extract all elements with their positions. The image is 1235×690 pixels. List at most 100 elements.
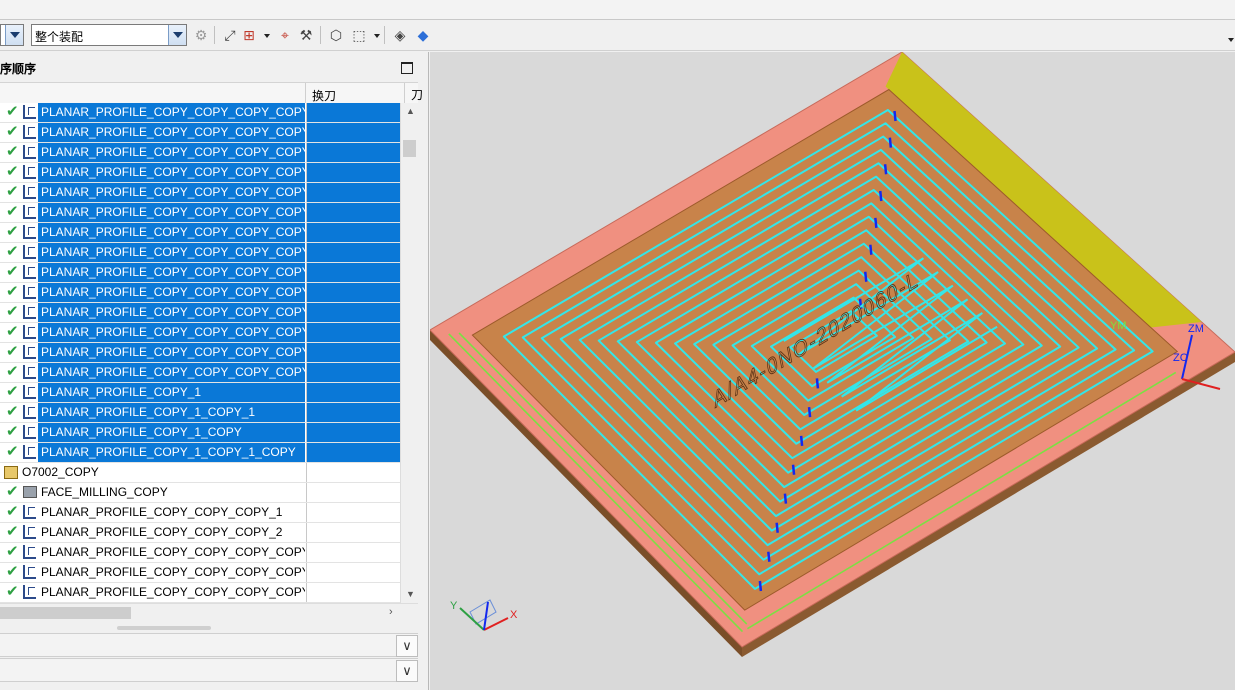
hexagon-select-icon[interactable]: ⬡ (327, 26, 345, 44)
dropdown-arrow[interactable] (5, 25, 23, 45)
select-tools-icon[interactable]: ⚒ (297, 26, 315, 44)
view-cube-icon[interactable]: ◆ (414, 26, 432, 44)
operation-name-cell[interactable]: PLANAR_PROFILE_COPY_COPY_COPY_COPY... (38, 203, 305, 222)
operation-row[interactable]: ✔ PLANAR_PROFILE_COPY_COPY_COPY_COPY... (0, 363, 400, 383)
operation-row[interactable]: ✔ PLANAR_PROFILE_COPY_COPY_COPY_1 (0, 503, 400, 523)
horizontal-scrollbar[interactable]: › (0, 603, 418, 622)
operation-row[interactable]: ✔ PLANAR_PROFILE_COPY_COPY_COPY_COPY... (0, 123, 400, 143)
tool-change-cell[interactable] (306, 223, 400, 242)
part-view[interactable]: A/A4-0NO-2020060-L ZM ZC YM X Y (430, 52, 1235, 690)
column-divider[interactable] (404, 83, 405, 103)
operation-row[interactable]: ✔ PLANAR_PROFILE_COPY_COPY_COPY_2 (0, 523, 400, 543)
operation-name-cell[interactable]: PLANAR_PROFILE_COPY_COPY_COPY_COPY... (38, 183, 305, 202)
assembly-scope-select[interactable]: 整个装配 (31, 24, 187, 46)
tool-change-cell[interactable] (306, 263, 400, 282)
operation-name-cell[interactable]: PLANAR_PROFILE_COPY_COPY_COPY_COPY... (38, 583, 305, 602)
scroll-thumb[interactable] (403, 140, 416, 157)
tool-change-cell[interactable] (306, 543, 400, 562)
view-shaded-icon[interactable]: ◈ (391, 26, 409, 44)
panel-splitter[interactable] (117, 626, 211, 630)
operation-name-cell[interactable]: O7002_COPY (22, 463, 305, 482)
operation-name-cell[interactable]: PLANAR_PROFILE_COPY_COPY_COPY_COPY... (38, 243, 305, 262)
operation-row[interactable]: ✔ PLANAR_PROFILE_COPY_1 (0, 383, 400, 403)
tool-change-cell[interactable] (306, 423, 400, 442)
vertical-scrollbar[interactable]: ▲ ▼ (400, 103, 419, 603)
scroll-thumb[interactable] (0, 607, 131, 619)
tool-change-cell[interactable] (306, 463, 400, 482)
operation-row[interactable]: O7002_COPY (0, 463, 400, 483)
chevron-down-icon[interactable]: ∨ (396, 635, 418, 657)
operation-name-cell[interactable]: PLANAR_PROFILE_COPY_COPY_COPY_COPY... (38, 563, 305, 582)
operation-row[interactable]: ✔ PLANAR_PROFILE_COPY_1_COPY_1 (0, 403, 400, 423)
scroll-up-icon[interactable]: ▲ (406, 106, 415, 116)
operation-row[interactable]: ✔ PLANAR_PROFILE_COPY_COPY_COPY_COPY... (0, 203, 400, 223)
operation-row[interactable]: ✔ PLANAR_PROFILE_COPY_COPY_COPY_COPY... (0, 263, 400, 283)
operation-row[interactable]: ✔ PLANAR_PROFILE_COPY_COPY_COPY_COPY... (0, 583, 400, 603)
tool-change-cell[interactable] (306, 203, 400, 222)
operation-name-cell[interactable]: PLANAR_PROFILE_COPY_COPY_COPY_1 (38, 503, 305, 522)
operation-name-cell[interactable]: PLANAR_PROFILE_COPY_COPY_COPY_COPY... (38, 223, 305, 242)
operation-name-cell[interactable]: PLANAR_PROFILE_COPY_COPY_COPY_COPY... (38, 163, 305, 182)
filter-dropdown[interactable] (0, 24, 24, 46)
tool-change-cell[interactable] (306, 323, 400, 342)
tool-change-cell[interactable] (306, 283, 400, 302)
operation-row[interactable]: ✔ PLANAR_PROFILE_COPY_COPY_COPY_COPY... (0, 323, 400, 343)
operation-name-cell[interactable]: PLANAR_PROFILE_COPY_COPY_COPY_COPY... (38, 263, 305, 282)
operation-row[interactable]: ✔ FACE_MILLING_COPY (0, 483, 400, 503)
point-dialog-icon[interactable]: ⊞ (240, 26, 258, 44)
tool-change-cell[interactable] (306, 343, 400, 362)
tool-change-cell[interactable] (306, 143, 400, 162)
operation-name-cell[interactable]: PLANAR_PROFILE_COPY_1 (38, 383, 305, 402)
operation-row[interactable]: ✔ PLANAR_PROFILE_COPY_COPY_COPY_COPY... (0, 183, 400, 203)
operation-name-cell[interactable]: PLANAR_PROFILE_COPY_COPY_COPY_COPY... (38, 363, 305, 382)
tool-change-cell[interactable] (306, 303, 400, 322)
operation-name-cell[interactable]: PLANAR_PROFILE_COPY_1_COPY_1_COPY (38, 443, 305, 462)
operation-name-cell[interactable]: PLANAR_PROFILE_COPY_COPY_COPY_2 (38, 523, 305, 542)
tool-change-cell[interactable] (306, 103, 400, 122)
operation-row[interactable]: ✔ PLANAR_PROFILE_COPY_1_COPY (0, 423, 400, 443)
tool-change-cell[interactable] (306, 563, 400, 582)
maximize-icon[interactable] (401, 62, 413, 74)
tool-change-cell[interactable] (306, 383, 400, 402)
snap-point-icon[interactable]: ⤢ (221, 26, 239, 44)
operation-name-cell[interactable]: PLANAR_PROFILE_COPY_COPY_COPY_COPY... (38, 143, 305, 162)
dependencies-section[interactable]: ∨ (0, 658, 418, 682)
tool-change-cell[interactable] (306, 523, 400, 542)
tool-change-cell[interactable] (306, 163, 400, 182)
operation-row[interactable]: ✔ PLANAR_PROFILE_COPY_COPY_COPY_COPY... (0, 143, 400, 163)
operation-name-cell[interactable]: PLANAR_PROFILE_COPY_COPY_COPY_COPY... (38, 123, 305, 142)
operation-name-cell[interactable]: FACE_MILLING_COPY (38, 483, 305, 502)
chevron-down-icon[interactable] (264, 34, 270, 38)
toolbar-overflow-icon[interactable] (1228, 38, 1234, 42)
operation-row[interactable]: ✔ PLANAR_PROFILE_COPY_1_COPY_1_COPY (0, 443, 400, 463)
quick-pick-icon[interactable]: ⌖ (276, 26, 294, 44)
operation-name-cell[interactable]: PLANAR_PROFILE_COPY_COPY_COPY_COPY_... (38, 103, 305, 122)
column-header-tool[interactable]: 刀 (411, 86, 423, 103)
operation-row[interactable]: ✔ PLANAR_PROFILE_COPY_COPY_COPY_COPY... (0, 303, 400, 323)
operation-name-cell[interactable]: PLANAR_PROFILE_COPY_COPY_COPY_COPY... (38, 283, 305, 302)
column-divider[interactable] (305, 83, 306, 103)
scroll-down-icon[interactable]: ▼ (406, 589, 415, 599)
operation-name-cell[interactable]: PLANAR_PROFILE_COPY_1_COPY (38, 423, 305, 442)
operation-row[interactable]: ✔ PLANAR_PROFILE_COPY_COPY_COPY_COPY... (0, 563, 400, 583)
column-header-tool-change[interactable]: 换刀 (312, 87, 336, 104)
gear-select-icon[interactable]: ⚙ (192, 26, 210, 44)
graphics-viewport[interactable]: A/A4-0NO-2020060-L ZM ZC YM X Y (430, 52, 1235, 690)
chevron-down-icon[interactable] (374, 34, 380, 38)
operation-name-cell[interactable]: PLANAR_PROFILE_COPY_COPY_COPY_COPY... (38, 543, 305, 562)
tool-change-cell[interactable] (306, 483, 400, 502)
operation-row[interactable]: ✔ PLANAR_PROFILE_COPY_COPY_COPY_COPY... (0, 243, 400, 263)
scroll-right-icon[interactable]: › (389, 606, 393, 618)
rectangle-select-icon[interactable]: ⬚ (350, 26, 368, 44)
chevron-down-icon[interactable]: ∨ (396, 660, 418, 682)
tool-change-cell[interactable] (306, 503, 400, 522)
tool-change-cell[interactable] (306, 583, 400, 602)
operation-name-cell[interactable]: PLANAR_PROFILE_COPY_COPY_COPY_COPY... (38, 323, 305, 342)
operation-row[interactable]: ✔ PLANAR_PROFILE_COPY_COPY_COPY_COPY... (0, 343, 400, 363)
tool-change-cell[interactable] (306, 403, 400, 422)
operation-row[interactable]: ✔ PLANAR_PROFILE_COPY_COPY_COPY_COPY_... (0, 103, 400, 123)
operation-row[interactable]: ✔ PLANAR_PROFILE_COPY_COPY_COPY_COPY... (0, 543, 400, 563)
tool-change-cell[interactable] (306, 363, 400, 382)
operation-name-cell[interactable]: PLANAR_PROFILE_COPY_1_COPY_1 (38, 403, 305, 422)
details-section[interactable]: ∨ (0, 633, 418, 657)
